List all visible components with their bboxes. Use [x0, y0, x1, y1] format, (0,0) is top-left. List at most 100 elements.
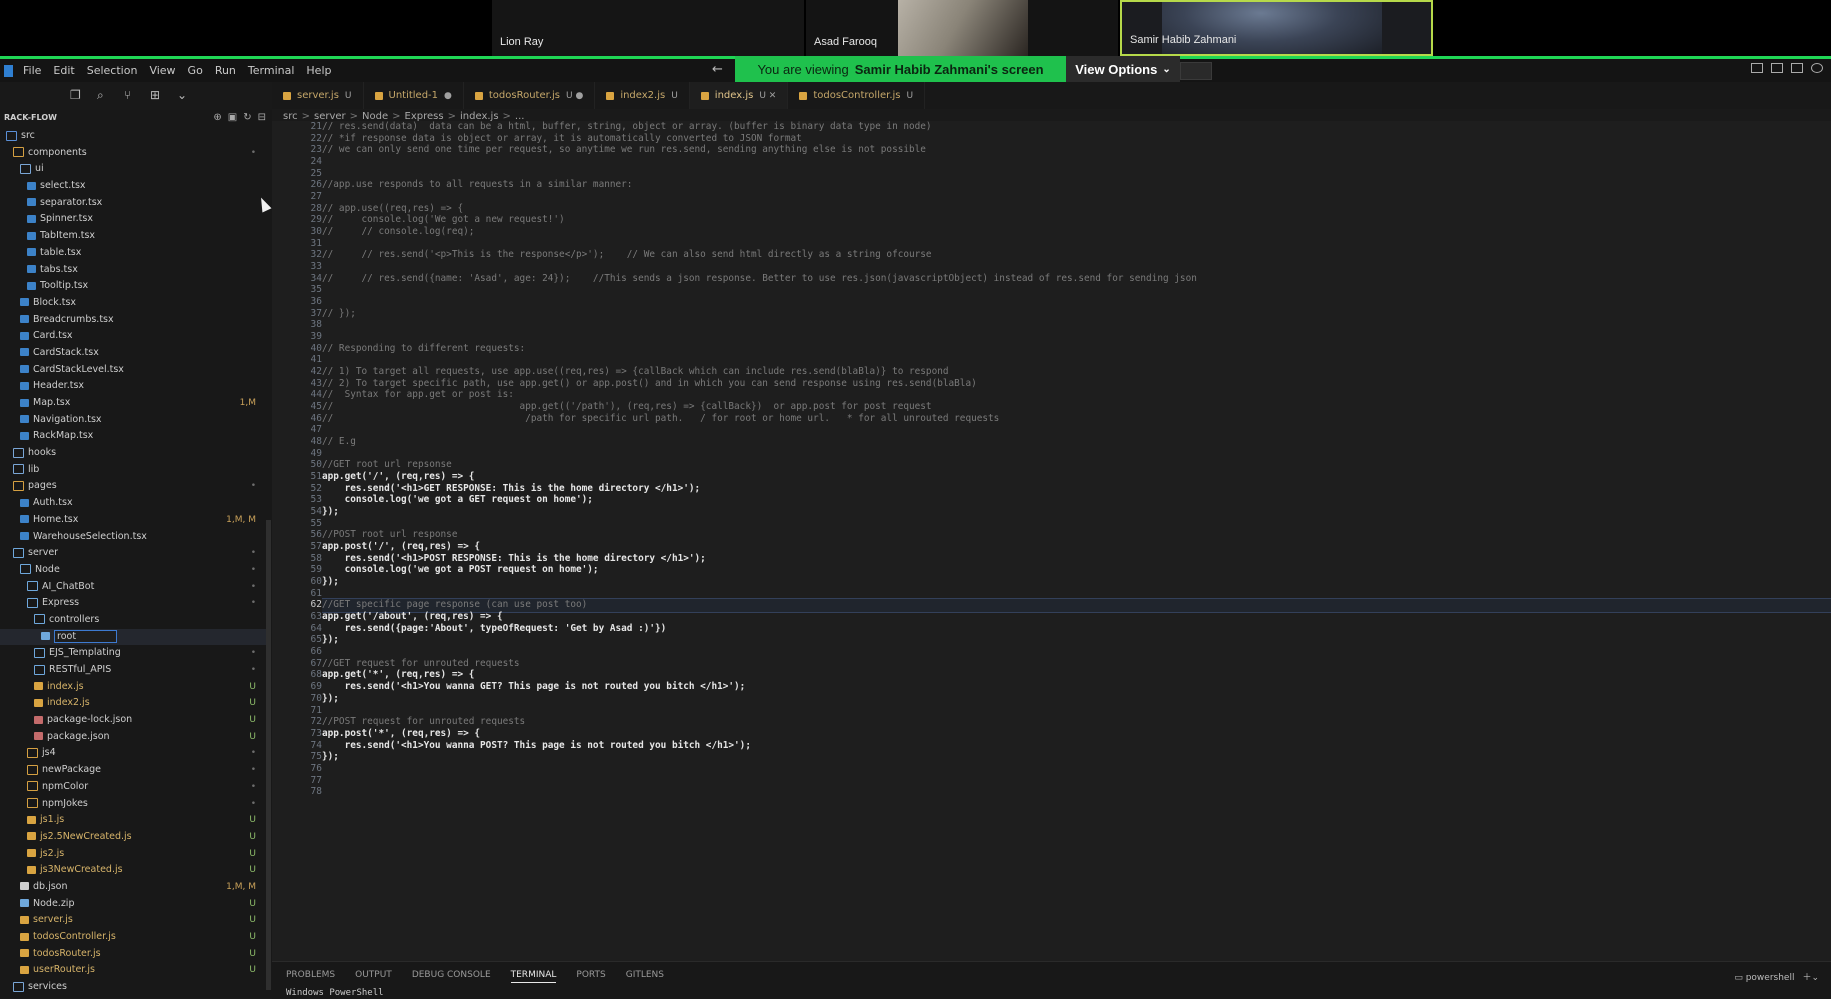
menu-item-edit[interactable]: Edit — [53, 64, 74, 77]
explorer-files-icon[interactable]: ❐ — [70, 89, 83, 102]
panel-tab[interactable]: DEBUG CONSOLE — [412, 970, 491, 983]
code-line[interactable]: }); — [322, 751, 339, 762]
code-line[interactable]: // /path for specific url path. / for ro… — [322, 413, 999, 424]
code-line[interactable]: // we can only send one time per request… — [322, 144, 926, 155]
panel-tab[interactable]: GITLENS — [626, 970, 664, 983]
tree-file[interactable]: todosController.js U — [0, 929, 268, 946]
back-arrow-icon[interactable]: ← — [712, 62, 723, 77]
tree-file[interactable]: server.js U — [0, 912, 268, 929]
code-line[interactable]: // *if response data is object or array,… — [322, 133, 802, 144]
participant-tile[interactable]: Asad Farooq — [806, 0, 1118, 56]
code-line[interactable]: }); — [322, 576, 339, 587]
tree-file[interactable]: tabs.tsx — [0, 262, 268, 279]
tree-file[interactable]: table.tsx — [0, 245, 268, 262]
tree-file[interactable]: TabItem.tsx — [0, 228, 268, 245]
tree-file[interactable]: js3NewCreated.js U — [0, 862, 268, 879]
new-file-icon[interactable]: ⊕ — [213, 112, 221, 123]
tree-folder[interactable]: js4 • — [0, 745, 268, 762]
code-line[interactable]: //POST request for unrouted requests — [322, 716, 525, 727]
code-line[interactable]: // Responding to different requests: — [322, 343, 525, 354]
tree-file[interactable]: Card.tsx — [0, 328, 268, 345]
code-line[interactable]: console.log('we got a POST request on ho… — [322, 564, 599, 575]
tree-file[interactable]: Map.tsx 1,M — [0, 395, 268, 412]
code-line[interactable]: res.send({page:'About', typeOfRequest: '… — [322, 623, 667, 634]
tree-file[interactable]: Home.tsx 1,M, M — [0, 512, 268, 529]
chevron-down-icon[interactable]: ⌄ — [177, 89, 190, 102]
code-line[interactable]: //app.use responds to all requests in a … — [322, 179, 632, 190]
menu-item-view[interactable]: View — [149, 64, 175, 77]
code-line[interactable]: app.post('/', (req,res) => { — [322, 541, 480, 552]
code-line[interactable]: res.send('<h1>GET RESPONSE: This is the … — [322, 483, 701, 494]
participant-tile[interactable]: Lion Ray — [492, 0, 804, 56]
source-control-icon[interactable]: ⑂ — [124, 89, 137, 102]
editor-tab[interactable]: index.js U ✕ — [689, 82, 789, 109]
tree-folder[interactable]: newPackage • — [0, 762, 268, 779]
tree-folder[interactable]: lib — [0, 462, 268, 479]
tree-file[interactable]: WarehouseSelection.tsx — [0, 529, 268, 546]
code-line[interactable]: // console.log('We got a new request!') — [322, 214, 565, 225]
code-line[interactable]: //POST root url response — [322, 529, 457, 540]
editor-tab[interactable]: Untitled-1 ● — [364, 82, 464, 109]
tree-file[interactable]: separator.tsx — [0, 195, 268, 212]
code-line[interactable]: }); — [322, 506, 339, 517]
code-line[interactable]: //GET root url repsonse — [322, 459, 452, 470]
code-line[interactable]: res.send('<h1>You wanna POST? This page … — [322, 740, 751, 751]
editor-tab[interactable]: todosRouter.js U ● — [464, 82, 596, 109]
view-options-extra[interactable] — [1180, 62, 1212, 80]
tree-folder[interactable]: src — [0, 128, 268, 145]
tree-folder[interactable]: AI_ChatBot • — [0, 579, 268, 596]
code-line[interactable]: console.log('we got a GET request on hom… — [322, 494, 593, 505]
menu-item-help[interactable]: Help — [306, 64, 331, 77]
new-folder-icon[interactable]: ▣ — [228, 112, 237, 123]
code-line[interactable]: }); — [322, 693, 339, 704]
menu-item-selection[interactable]: Selection — [87, 64, 138, 77]
add-terminal-icon[interactable]: ＋⌄ — [1802, 973, 1819, 983]
code-line[interactable]: res.send('<h1>You wanna GET? This page i… — [322, 681, 746, 692]
tree-file[interactable]: index.js U — [0, 679, 268, 696]
code-line[interactable]: // app.get(('/path'), (req,res) => {call… — [322, 401, 932, 412]
editor-tab[interactable]: index2.js U — [595, 82, 690, 109]
toggle-primary-sidebar-icon[interactable] — [1751, 63, 1763, 73]
tree-file[interactable]: Breadcrumbs.tsx — [0, 312, 268, 329]
view-options-button[interactable]: View Options ⌄ — [1066, 56, 1180, 82]
menu-item-run[interactable]: Run — [215, 64, 236, 77]
editor-tab[interactable]: server.js U — [272, 82, 364, 109]
tree-file[interactable]: userRouter.js U — [0, 962, 268, 979]
code-line[interactable]: // 2) To target specific path, use app.g… — [322, 378, 977, 389]
tree-file[interactable]: RackMap.tsx — [0, 428, 268, 445]
code-line[interactable]: //GET specific page response (can use po… — [322, 599, 587, 610]
code-line[interactable]: // }); — [322, 308, 356, 319]
extensions-icon[interactable]: ⊞ — [150, 89, 163, 102]
code-line[interactable]: app.get('/', (req,res) => { — [322, 471, 474, 482]
tree-file[interactable]: Spinner.tsx — [0, 211, 268, 228]
tree-file[interactable]: Tooltip.tsx — [0, 278, 268, 295]
tree-folder[interactable]: services — [0, 979, 268, 996]
tree-file[interactable]: Block.tsx — [0, 295, 268, 312]
tree-folder[interactable]: RESTful_APIS • — [0, 662, 268, 679]
tree-file[interactable]: Navigation.tsx — [0, 412, 268, 429]
editor-tab[interactable]: todosController.js U — [788, 82, 926, 109]
tree-file[interactable]: Auth.tsx — [0, 495, 268, 512]
menu-item-go[interactable]: Go — [188, 64, 203, 77]
tree-file[interactable]: todosRouter.js U — [0, 946, 268, 963]
collapse-all-icon[interactable]: ⊟ — [258, 112, 266, 123]
tree-folder[interactable]: hooks — [0, 445, 268, 462]
settings-gear-icon[interactable] — [1811, 63, 1823, 73]
panel-tab[interactable]: PROBLEMS — [286, 970, 335, 983]
terminal-shell-selector[interactable]: ▭ powershell ＋⌄ — [1734, 970, 1819, 983]
code-line[interactable]: app.post('*', (req,res) => { — [322, 728, 480, 739]
code-line[interactable]: app.get('*', (req,res) => { — [322, 669, 474, 680]
code-line[interactable]: // // res.send('<p>This is the response<… — [322, 249, 932, 260]
tree-file[interactable]: package.json U — [0, 729, 268, 746]
tree-file[interactable]: select.tsx — [0, 178, 268, 195]
code-editor[interactable]: 21// res.send(data) data can be a html, … — [272, 121, 1831, 961]
tree-folder[interactable]: pages • — [0, 478, 268, 495]
toggle-secondary-sidebar-icon[interactable] — [1791, 63, 1803, 73]
code-line[interactable]: res.send('<h1>POST RESPONSE: This is the… — [322, 553, 706, 564]
code-line[interactable]: // 1) To target all requests, use app.us… — [322, 366, 949, 377]
tree-file[interactable]: index2.js U — [0, 695, 268, 712]
tree-folder[interactable]: ui — [0, 161, 268, 178]
code-line[interactable]: // E.g — [322, 436, 356, 447]
panel-tab[interactable]: TERMINAL — [510, 970, 557, 983]
menu-item-file[interactable]: File — [23, 64, 41, 77]
